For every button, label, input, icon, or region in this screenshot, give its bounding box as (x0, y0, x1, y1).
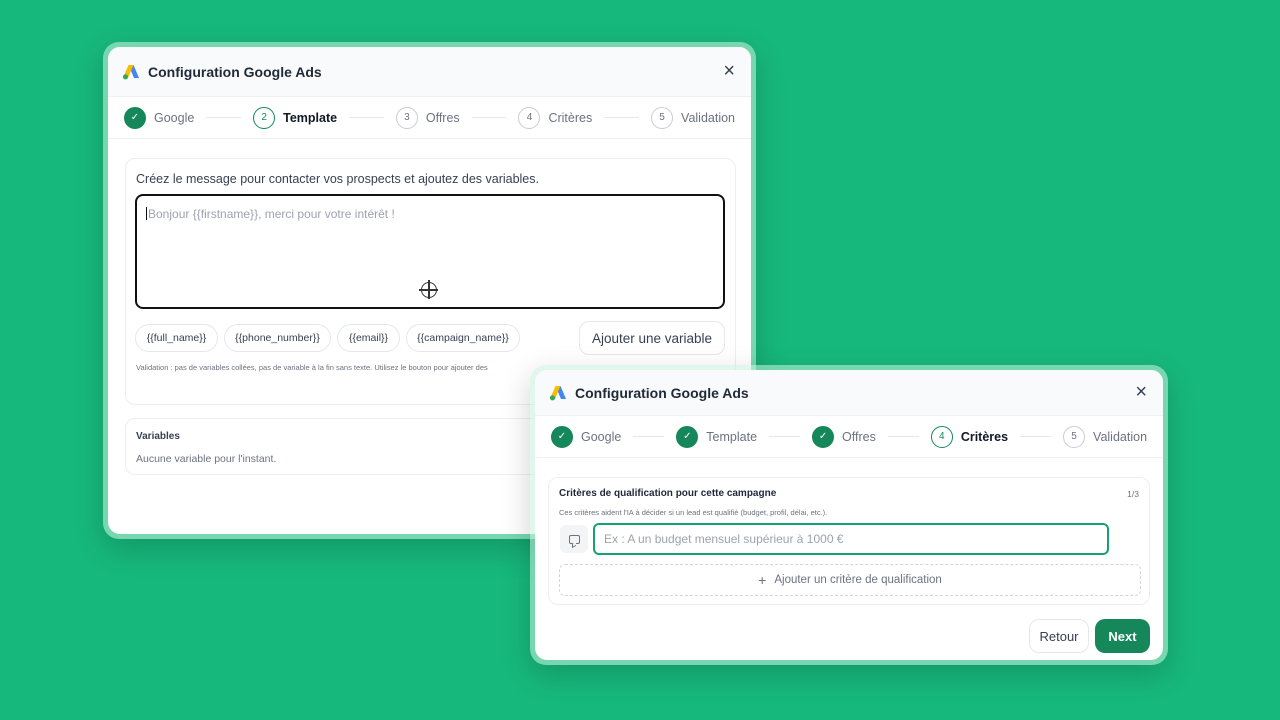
next-button[interactable]: Next (1095, 619, 1150, 653)
add-criteria-button[interactable]: + Ajouter un critère de qualification (559, 564, 1141, 596)
criteria-modal-frame: Configuration Google Ads × ✓ Google ✓ Temp… (530, 365, 1168, 665)
step-template[interactable]: 2 Template (253, 106, 338, 129)
step-number: 3 (395, 106, 418, 129)
step-connector (604, 117, 640, 118)
textarea-placeholder: Bonjour {{firstname}}, merci pour votre … (148, 207, 395, 221)
step-label: Validation (681, 110, 736, 125)
step-label: Critères (960, 429, 1009, 444)
step-number: 5 (1063, 425, 1086, 448)
text-caret (146, 207, 147, 220)
variable-chip-campaign-name[interactable]: {{campaign_name}} (406, 324, 520, 352)
step-google[interactable]: ✓ Google (551, 425, 622, 448)
variable-chip-full-name[interactable]: {{full_name}} (135, 324, 218, 352)
step-criteres[interactable]: 4 Critères (930, 425, 1009, 448)
modal-header: Configuration Google Ads × (535, 370, 1163, 416)
step-number: 2 (253, 106, 276, 129)
message-icon (568, 534, 580, 544)
stepper: ✓ Google 2 Template 3 Offres 4 Critères 5 Val… (108, 97, 751, 139)
step-criteres[interactable]: 4 Critères (518, 106, 593, 129)
check-icon: ✓ (551, 425, 573, 448)
step-connector (1020, 436, 1052, 437)
criteria-description: Ces critères aident l'IA à décider si un… (559, 508, 828, 517)
message-textarea[interactable]: Bonjour {{firstname}}, merci pour votre … (135, 194, 725, 309)
step-template[interactable]: ✓ Template (676, 425, 758, 448)
add-variable-button[interactable]: Ajouter une variable (579, 321, 725, 355)
step-offres[interactable]: 3 Offres (395, 106, 460, 129)
modal-title: Configuration Google Ads (575, 384, 749, 401)
modal-title: Configuration Google Ads (148, 63, 322, 80)
close-icon[interactable]: × (723, 59, 735, 83)
step-label: Google (154, 110, 195, 125)
step-connector (887, 436, 919, 437)
validation-hint: Validation : pas de variables collées, p… (136, 363, 488, 372)
plus-icon: + (758, 572, 767, 588)
step-number: 4 (930, 425, 953, 448)
step-label: Google (581, 429, 622, 444)
stepper: ✓ Google ✓ Template ✓ Offres 4 Critères 5 Val… (535, 416, 1163, 458)
add-criteria-label: Ajouter un critère de qualification (774, 574, 942, 586)
variables-empty-text: Aucune variable pour l'instant. (136, 453, 277, 465)
google-ads-logo (549, 385, 566, 400)
back-button[interactable]: Retour (1029, 619, 1089, 653)
step-connector (633, 436, 665, 437)
criteria-card: Critères de qualification pour cette cam… (548, 477, 1150, 605)
template-intro: Créez le message pour contacter vos pros… (136, 172, 539, 186)
criteria-modal: Configuration Google Ads × ✓ Google ✓ Temp… (535, 370, 1163, 660)
step-label: Template (706, 429, 758, 444)
check-icon: ✓ (676, 425, 699, 448)
step-number: 4 (518, 106, 541, 129)
step-connector (349, 117, 384, 118)
step-validation[interactable]: 5 Validation (651, 106, 736, 129)
criteria-count: 1/3 (1127, 489, 1139, 499)
step-offres[interactable]: ✓ Offres (812, 425, 876, 448)
check-icon: ✓ (124, 106, 146, 129)
variable-chip-phone-number[interactable]: {{phone_number}} (224, 324, 331, 352)
variables-title: Variables (136, 431, 180, 442)
criteria-icon-box (560, 525, 588, 553)
step-google[interactable]: ✓ Google (124, 106, 195, 129)
criteria-placeholder: Ex : A un budget mensuel supérieur à 100… (604, 532, 844, 546)
step-label: Offres (425, 110, 460, 125)
step-connector (471, 117, 507, 118)
step-label: Validation (1093, 429, 1148, 444)
close-icon[interactable]: × (1135, 380, 1147, 404)
step-connector (769, 436, 801, 437)
variable-chip-email[interactable]: {{email}} (337, 324, 400, 352)
criteria-input[interactable]: Ex : A un budget mensuel supérieur à 100… (593, 523, 1109, 555)
crosshair-icon (419, 280, 438, 299)
step-connector (206, 117, 242, 118)
step-validation[interactable]: 5 Validation (1063, 425, 1148, 448)
step-label: Template (283, 110, 338, 125)
criteria-title: Critères de qualification pour cette cam… (559, 488, 777, 499)
modal-header: Configuration Google Ads × (108, 47, 751, 97)
google-ads-logo (122, 64, 139, 79)
check-icon: ✓ (812, 425, 835, 448)
step-number: 5 (651, 106, 674, 129)
step-label: Offres (842, 429, 876, 444)
step-label: Critères (548, 110, 593, 125)
